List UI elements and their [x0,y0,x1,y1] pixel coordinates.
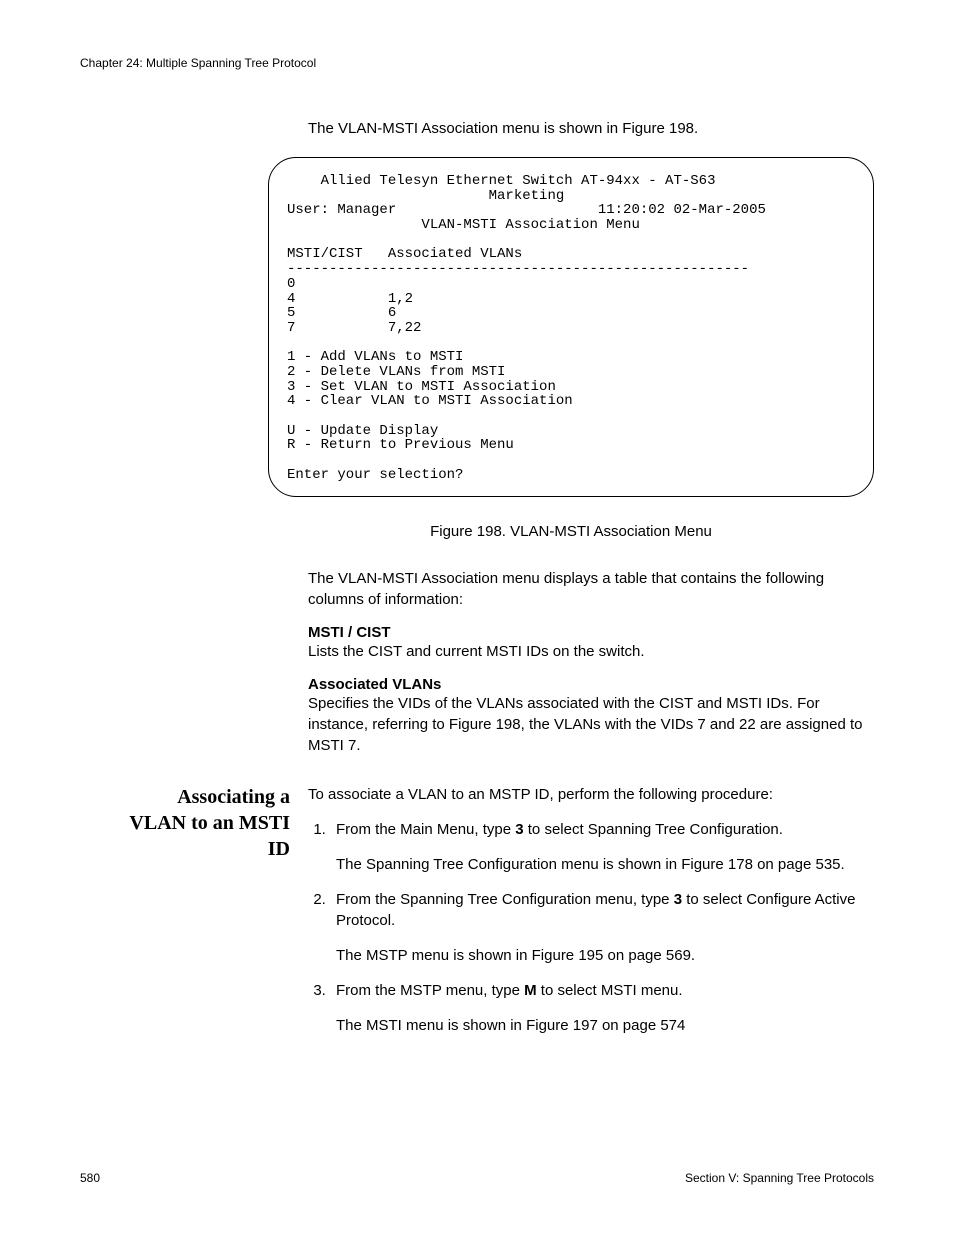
step-subtext: The Spanning Tree Configuration menu is … [336,854,874,875]
section-label: Section V: Spanning Tree Protocols [685,1171,874,1185]
step-text-pre: From the Spanning Tree Configuration men… [336,891,674,908]
step-text-pre: From the Main Menu, type [336,821,515,838]
procedure-step-2: From the Spanning Tree Configuration men… [330,889,874,966]
definition-associated-vlans: Associated VLANs Specifies the VIDs of t… [308,676,874,756]
def-body: Lists the CIST and current MSTI IDs on t… [308,641,874,662]
procedure-list: From the Main Menu, type 3 to select Spa… [308,819,874,1036]
step-subtext: The MSTI menu is shown in Figure 197 on … [336,1015,874,1036]
procedure-step-1: From the Main Menu, type 3 to select Spa… [330,819,874,875]
intro-text: The VLAN-MSTI Association menu is shown … [308,118,874,139]
step-text-post: to select MSTI menu. [537,982,683,999]
def-term: MSTI / CIST [308,624,874,641]
procedure-intro: To associate a VLAN to an MSTP ID, perfo… [308,784,874,805]
terminal-screenshot: Allied Telesyn Ethernet Switch AT-94xx -… [268,157,874,497]
after-figure-text: The VLAN-MSTI Association menu displays … [308,568,874,610]
definition-msti-cist: MSTI / CIST Lists the CIST and current M… [308,624,874,662]
step-text-bold: 3 [674,891,682,908]
chapter-header: Chapter 24: Multiple Spanning Tree Proto… [80,56,874,70]
page-number: 580 [80,1171,100,1185]
step-text-bold: M [524,982,537,999]
side-heading-associating: Associating a VLAN to an MSTI ID [120,784,290,862]
def-term: Associated VLANs [308,676,874,693]
step-text-bold: 3 [515,821,523,838]
step-text-post: to select Spanning Tree Configuration. [524,821,783,838]
figure-caption: Figure 198. VLAN-MSTI Association Menu [268,523,874,540]
procedure-step-3: From the MSTP menu, type M to select MST… [330,980,874,1036]
step-text-pre: From the MSTP menu, type [336,982,524,999]
def-body: Specifies the VIDs of the VLANs associat… [308,693,874,756]
page-footer: 580 Section V: Spanning Tree Protocols [80,1171,874,1185]
step-subtext: The MSTP menu is shown in Figure 195 on … [336,945,874,966]
